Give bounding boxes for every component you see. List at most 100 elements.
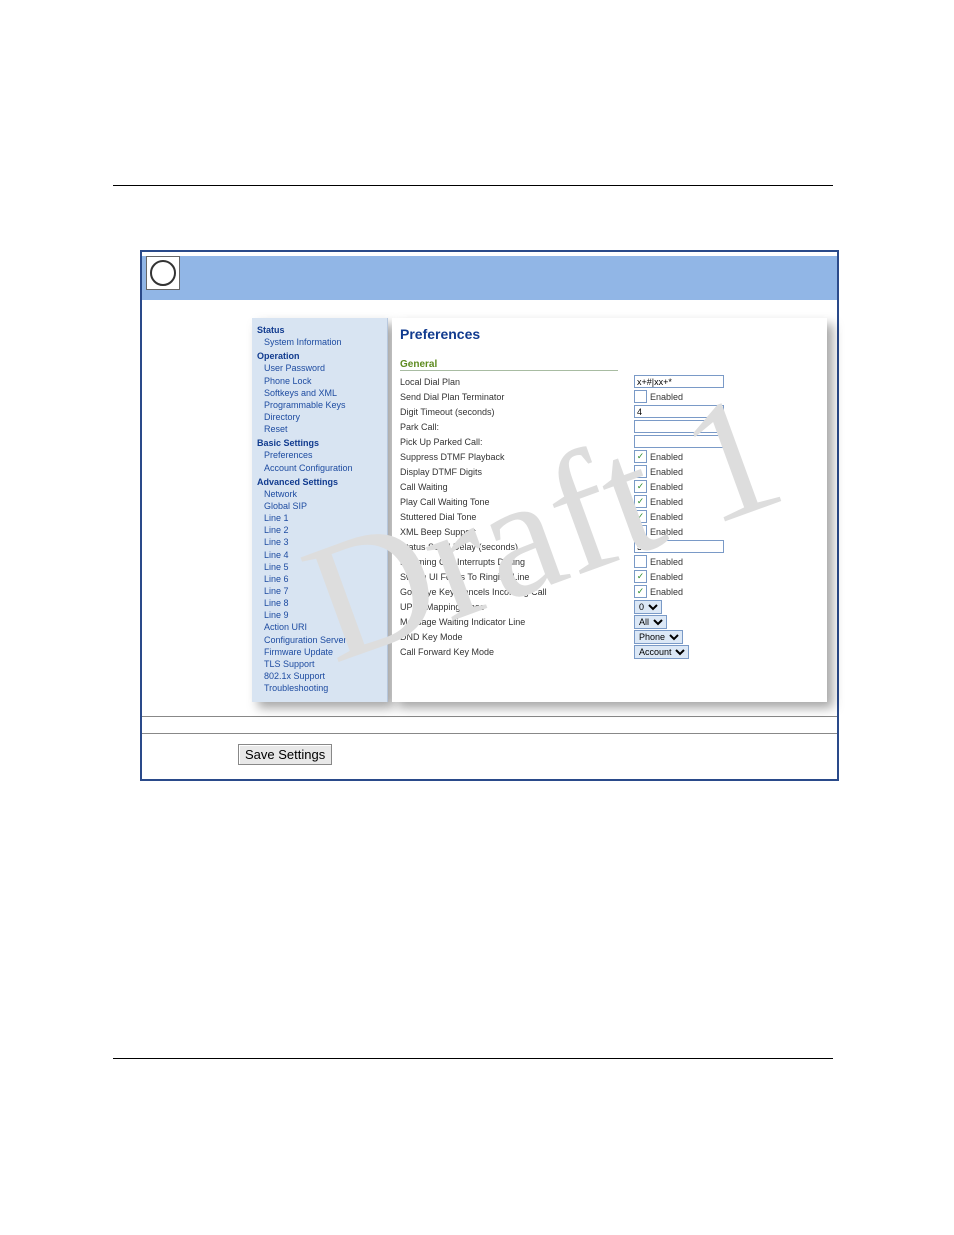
pref-label: Call Forward Key Mode [400, 647, 634, 657]
pref-checkbox-label: Enabled [650, 467, 683, 477]
pref-checkbox-label: Enabled [650, 557, 683, 567]
pref-label: Switch UI Focus To Ringing Line [400, 572, 634, 582]
pref-label: Incoming Call Interrupts Dialing [400, 557, 634, 567]
pref-label: Play Call Waiting Tone [400, 497, 634, 507]
pref-checkbox-label: Enabled [650, 482, 683, 492]
pref-text-input[interactable] [634, 540, 724, 553]
pref-label: Suppress DTMF Playback [400, 452, 634, 462]
sidebar-item-directory[interactable]: Directory [257, 411, 387, 423]
divider-top [113, 185, 833, 186]
pref-checkbox[interactable]: ✓ [634, 525, 647, 538]
pref-checkbox-label: Enabled [650, 512, 683, 522]
sidebar-item-line-2[interactable]: Line 2 [257, 524, 387, 536]
sidebar-item-network[interactable]: Network [257, 488, 387, 500]
sidebar-item-global-sip[interactable]: Global SIP [257, 500, 387, 512]
pref-text-input[interactable] [634, 435, 724, 448]
header-bar [142, 256, 837, 300]
pref-checkbox[interactable]: ✓ [634, 480, 647, 493]
sidebar-item-line-6[interactable]: Line 6 [257, 573, 387, 585]
sidebar-item-troubleshooting[interactable]: Troubleshooting [257, 682, 387, 694]
pref-row: DND Key ModePhone [400, 629, 817, 644]
sidebar-item-line-5[interactable]: Line 5 [257, 561, 387, 573]
sidebar-head-operation: Operation [257, 350, 387, 362]
separator-row [142, 716, 837, 734]
pref-label: Park Call: [400, 422, 634, 432]
pref-checkbox[interactable]: ✓ [634, 585, 647, 598]
divider-bottom [113, 1058, 833, 1059]
pref-label: Stuttered Dial Tone [400, 512, 634, 522]
pref-row: Stuttered Dial Tone✓Enabled [400, 509, 817, 524]
pref-row: Suppress DTMF Playback✓Enabled [400, 449, 817, 464]
pref-checkbox[interactable] [634, 465, 647, 478]
sidebar-item-programmable-keys[interactable]: Programmable Keys [257, 399, 387, 411]
pref-checkbox[interactable] [634, 555, 647, 568]
pref-label: Pick Up Parked Call: [400, 437, 634, 447]
pref-checkbox[interactable]: ✓ [634, 495, 647, 508]
pref-label: Message Waiting Indicator Line [400, 617, 634, 627]
pref-row: XML Beep Support✓Enabled [400, 524, 817, 539]
pref-checkbox-label: Enabled [650, 587, 683, 597]
sidebar-head-status: Status [257, 324, 387, 336]
sidebar-item-firmware-update[interactable]: Firmware Update [257, 646, 387, 658]
sidebar-head-basic: Basic Settings [257, 437, 387, 449]
sidebar-item-tls-support[interactable]: TLS Support [257, 658, 387, 670]
pref-checkbox[interactable] [634, 390, 647, 403]
pref-label: DND Key Mode [400, 632, 634, 642]
pref-row: Park Call: [400, 419, 817, 434]
pref-row: Call Forward Key ModeAccount [400, 644, 817, 659]
pref-label: XML Beep Support [400, 527, 634, 537]
sidebar-item-line-1[interactable]: Line 1 [257, 512, 387, 524]
pref-select[interactable]: 0 [634, 600, 662, 614]
pref-text-input[interactable] [634, 420, 724, 433]
pref-text-input[interactable] [634, 375, 724, 388]
pref-checkbox-label: Enabled [650, 527, 683, 537]
sidebar-item-line-3[interactable]: Line 3 [257, 536, 387, 548]
pref-label: UPnP Mapping Lines [400, 602, 634, 612]
pref-select[interactable]: Account [634, 645, 689, 659]
sidebar-item-line-7[interactable]: Line 7 [257, 585, 387, 597]
sidebar-item-account-configuration[interactable]: Account Configuration [257, 462, 387, 474]
pref-row: Incoming Call Interrupts Dialing Enabled [400, 554, 817, 569]
pref-row: Display DTMF Digits Enabled [400, 464, 817, 479]
pref-select[interactable]: Phone [634, 630, 683, 644]
pref-checkbox[interactable]: ✓ [634, 450, 647, 463]
app-frame: Status System Information Operation User… [140, 250, 839, 781]
sidebar-item-preferences[interactable]: Preferences [257, 449, 387, 461]
pref-label: Local Dial Plan [400, 377, 634, 387]
sidebar-head-advanced: Advanced Settings [257, 476, 387, 488]
sidebar-item-softkeys-xml[interactable]: Softkeys and XML [257, 387, 387, 399]
pref-label: Digit Timeout (seconds) [400, 407, 634, 417]
pref-row: Status Scroll Delay (seconds) [400, 539, 817, 554]
pref-checkbox-label: Enabled [650, 392, 683, 402]
pref-checkbox-label: Enabled [650, 452, 683, 462]
app-icon-box [146, 256, 180, 290]
pref-text-input[interactable] [634, 405, 724, 418]
pref-row: UPnP Mapping Lines0 [400, 599, 817, 614]
pref-checkbox[interactable]: ✓ [634, 510, 647, 523]
pref-select[interactable]: All [634, 615, 667, 629]
save-settings-button[interactable]: Save Settings [238, 744, 332, 765]
globe-icon [150, 260, 176, 286]
sidebar-item-8021x-support[interactable]: 802.1x Support [257, 670, 387, 682]
sidebar-item-configuration-server[interactable]: Configuration Server [257, 634, 387, 646]
pref-row: Goodbye Key Cancels Incoming Call✓Enable… [400, 584, 817, 599]
sidebar-item-phone-lock[interactable]: Phone Lock [257, 375, 387, 387]
pref-checkbox-label: Enabled [650, 497, 683, 507]
sidebar-item-reset[interactable]: Reset [257, 423, 387, 435]
sidebar-item-line-9[interactable]: Line 9 [257, 609, 387, 621]
pref-row: Digit Timeout (seconds) [400, 404, 817, 419]
pref-label: Send Dial Plan Terminator [400, 392, 634, 402]
pref-label: Goodbye Key Cancels Incoming Call [400, 587, 634, 597]
pref-label: Display DTMF Digits [400, 467, 634, 477]
pref-row: Message Waiting Indicator LineAll [400, 614, 817, 629]
pref-row: Switch UI Focus To Ringing Line✓Enabled [400, 569, 817, 584]
sidebar-item-line-8[interactable]: Line 8 [257, 597, 387, 609]
pref-label: Status Scroll Delay (seconds) [400, 542, 634, 552]
sidebar-item-line-4[interactable]: Line 4 [257, 549, 387, 561]
page-title: Preferences [400, 326, 817, 342]
sidebar-item-user-password[interactable]: User Password [257, 362, 387, 374]
sidebar-item-action-uri[interactable]: Action URI [257, 621, 387, 633]
sidebar-item-system-information[interactable]: System Information [257, 336, 387, 348]
pref-row: Local Dial Plan [400, 374, 817, 389]
pref-checkbox[interactable]: ✓ [634, 570, 647, 583]
